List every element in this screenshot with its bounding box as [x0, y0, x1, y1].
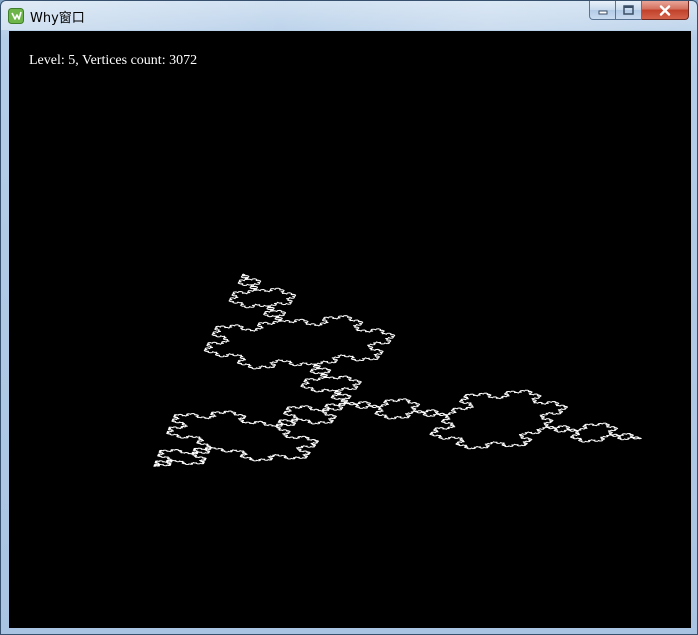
koch-snowflake-fractal — [153, 273, 642, 467]
koch-curve — [153, 273, 642, 467]
render-viewport[interactable]: Level: 5, Vertices count: 3072 — [9, 31, 691, 628]
app-window: Why窗口 Level: 5, Vertices count: 3072 — [0, 0, 698, 635]
maximize-button[interactable] — [616, 1, 642, 20]
window-title: Why窗口 — [30, 11, 85, 26]
close-icon — [659, 4, 671, 16]
app-icon — [8, 8, 24, 24]
close-button[interactable] — [642, 1, 689, 20]
minimize-icon — [598, 10, 607, 15]
maximize-icon — [623, 5, 634, 15]
minimize-button[interactable] — [589, 1, 616, 20]
title-bar[interactable]: Why窗口 — [1, 1, 697, 30]
